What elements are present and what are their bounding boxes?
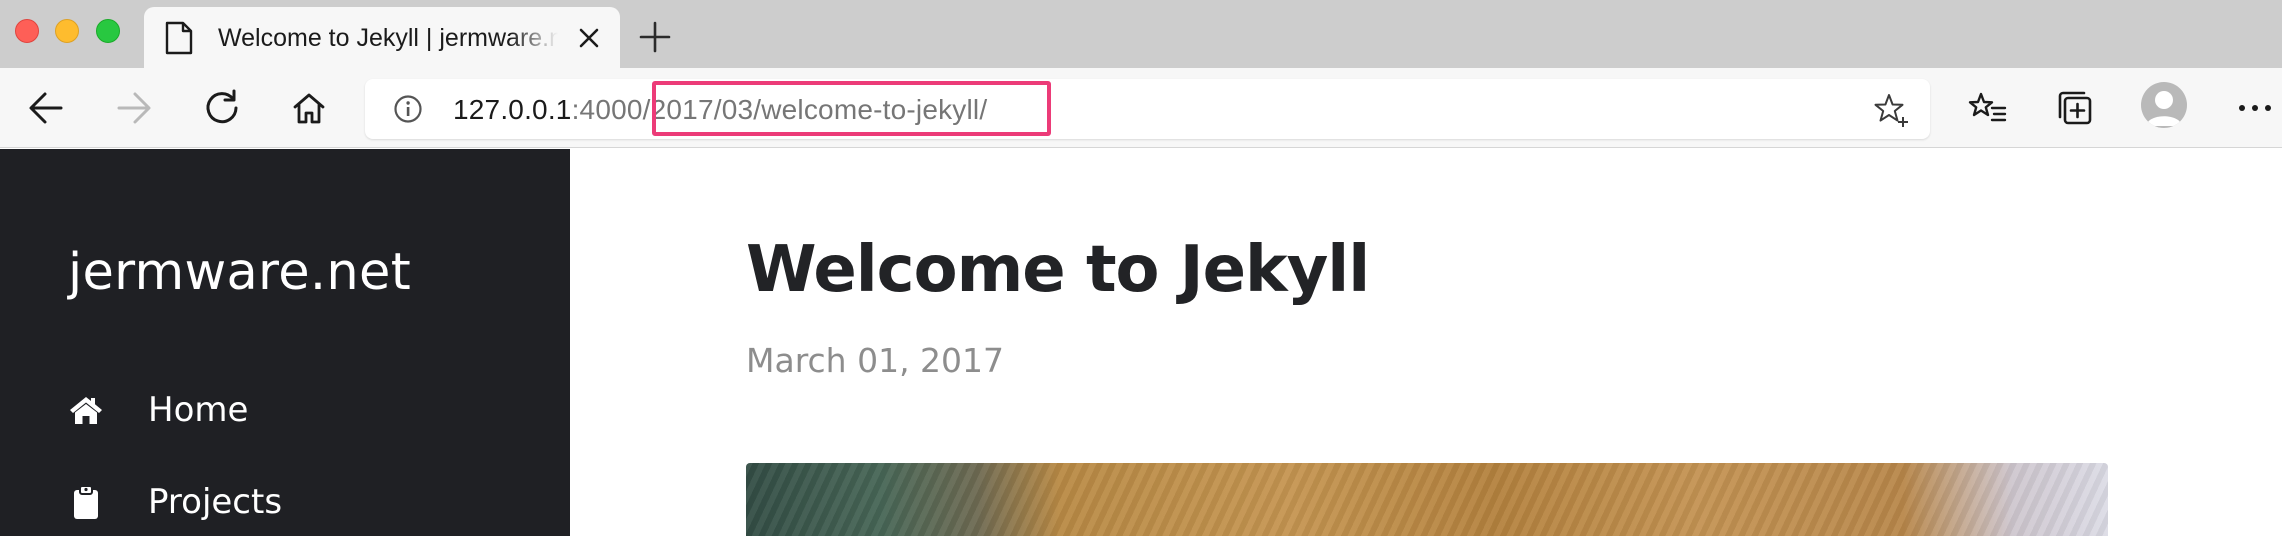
close-window-button[interactable] <box>15 19 39 43</box>
favorites-list-icon <box>1968 92 2007 122</box>
more-menu-button[interactable] <box>2233 88 2277 128</box>
url-path-highlight-box <box>652 81 1051 136</box>
browser-tab-active[interactable]: Welcome to Jekyll | jermware.net <box>144 7 620 68</box>
forward-button[interactable] <box>112 88 156 128</box>
forward-arrow-icon <box>117 92 151 124</box>
browser-tab-strip: Welcome to Jekyll | jermware.net <box>0 0 2282 68</box>
favorites-button[interactable] <box>1966 88 2010 128</box>
post-title: Welcome to Jekyll <box>746 233 1370 307</box>
url-port: :4000 <box>571 94 643 125</box>
back-button[interactable] <box>24 88 68 128</box>
collections-button[interactable] <box>2053 88 2097 128</box>
browser-toolbar: 127.0.0.1:4000/2017/03/welcome-to-jekyll… <box>0 68 2282 148</box>
page-icon <box>165 21 193 55</box>
tab-title: Welcome to Jekyll | jermware.net <box>218 24 558 52</box>
nav-label-projects: Projects <box>148 482 283 522</box>
user-avatar-icon <box>2146 91 2182 126</box>
url-host: 127.0.0.1 <box>453 94 572 125</box>
address-bar[interactable]: 127.0.0.1:4000/2017/03/welcome-to-jekyll… <box>365 79 1930 139</box>
post-hero-image <box>746 463 2108 536</box>
collections-icon <box>2058 91 2092 125</box>
close-icon[interactable] <box>576 25 602 51</box>
profile-avatar[interactable] <box>2141 82 2187 128</box>
nav-label-home: Home <box>148 390 249 430</box>
post-date: March 01, 2017 <box>746 341 1005 380</box>
back-arrow-icon <box>29 92 63 124</box>
home-outline-icon <box>293 93 325 124</box>
more-dots-icon <box>2239 105 2271 111</box>
new-tab-plus-icon[interactable] <box>638 20 672 54</box>
maximize-window-button[interactable] <box>96 19 120 43</box>
site-sidebar: jermware.net Home Projects <box>0 149 570 536</box>
refresh-button[interactable] <box>200 88 244 128</box>
clipboard-icon <box>74 485 98 519</box>
info-icon[interactable] <box>393 94 423 124</box>
post-content: Welcome to Jekyll March 01, 2017 <box>570 149 2282 536</box>
minimize-window-button[interactable] <box>55 19 79 43</box>
nav-item-home[interactable]: Home <box>68 387 248 433</box>
site-name-link[interactable]: jermware.net <box>68 243 411 302</box>
home-icon <box>70 397 102 424</box>
refresh-icon <box>206 89 238 124</box>
home-button[interactable] <box>287 88 331 128</box>
add-favorite-star-icon[interactable] <box>1873 92 1909 128</box>
nav-item-projects[interactable]: Projects <box>68 479 282 525</box>
